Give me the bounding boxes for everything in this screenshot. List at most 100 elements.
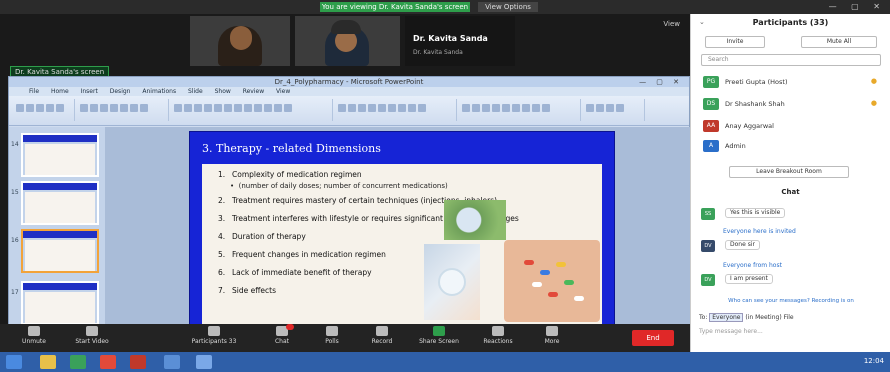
- file-button[interactable]: File: [784, 314, 794, 321]
- window-controls[interactable]: — ▢ ✕: [829, 2, 886, 11]
- chat-sender: Everyone from host: [723, 262, 782, 269]
- taskbar-clock[interactable]: 12:04: [864, 357, 884, 365]
- pill-icon: [548, 292, 558, 297]
- polls-button[interactable]: Polls: [312, 326, 352, 345]
- avatar: A: [703, 140, 719, 152]
- chat-button[interactable]: Chat: [262, 324, 302, 345]
- ppt-menu-slideshow[interactable]: Slide Show: [188, 88, 231, 95]
- slide[interactable]: 3. Therapy - related Dimensions 1. Comple…: [189, 131, 615, 335]
- pill-icon: [556, 262, 566, 267]
- ppt-menu-design[interactable]: Design: [110, 88, 131, 95]
- ribbon-font-group[interactable]: [173, 99, 333, 121]
- chat-sender: Everyone here is invited: [723, 228, 796, 235]
- ribbon-slides-group[interactable]: [79, 99, 169, 121]
- mute-all-button[interactable]: Mute All: [801, 36, 877, 48]
- photo-pill-in-hand: [444, 200, 506, 240]
- participants-icon: [208, 326, 220, 336]
- ppt-menubar: File Home Insert Design Animations Slide…: [9, 87, 689, 96]
- photo-pills-in-palm: [504, 240, 600, 322]
- reactions-button[interactable]: Reactions: [474, 326, 522, 345]
- app-icon[interactable]: [196, 355, 212, 369]
- pill-icon: [564, 280, 574, 285]
- slide-thumbnail[interactable]: [21, 181, 99, 225]
- chat-message-input[interactable]: Type message here...: [699, 328, 879, 346]
- avatar: DS: [703, 98, 719, 110]
- start-icon[interactable]: [6, 355, 22, 369]
- ribbon-clipboard-group[interactable]: [15, 99, 75, 121]
- avatar: AA: [703, 120, 719, 132]
- slide-list-item: 6. Lack of immediate benefit of therapy: [218, 268, 372, 277]
- ribbon-paragraph-group[interactable]: [337, 99, 457, 121]
- chat-title: Chat: [781, 188, 800, 196]
- video-camera-icon: [86, 326, 98, 336]
- ppt-ribbon: [9, 96, 689, 126]
- participant-search-input[interactable]: Search: [701, 54, 881, 66]
- chat-message: Yes this is visible: [725, 208, 786, 218]
- ribbon-editing-group[interactable]: [585, 99, 645, 121]
- view-button[interactable]: View: [663, 20, 680, 28]
- participants-button[interactable]: Participants 33: [186, 326, 242, 345]
- participant-row[interactable]: DS Dr Shashank Shah ●: [703, 98, 883, 112]
- slide-thumbnail-pane: 14 15 16 17: [9, 127, 105, 339]
- recipient-select[interactable]: Everyone: [709, 313, 744, 322]
- thumb-number: 17: [11, 289, 19, 296]
- participant-name: Admin: [725, 142, 746, 150]
- ppt-titlebar: Dr_4_Polypharmacy - Microsoft PowerPoint…: [9, 77, 689, 87]
- record-button[interactable]: Record: [362, 326, 402, 345]
- ppt-menu-insert[interactable]: Insert: [81, 88, 98, 95]
- participants-title: Participants (33): [752, 18, 829, 27]
- chrome-icon[interactable]: [100, 355, 116, 369]
- powerpoint-icon[interactable]: [130, 355, 146, 369]
- slide-thumbnail-selected[interactable]: [21, 229, 99, 273]
- start-video-button[interactable]: Start Video: [72, 326, 112, 345]
- unmute-button[interactable]: Unmute: [14, 326, 54, 345]
- thumb-number: 15: [11, 189, 19, 196]
- participant-name: Preeti Gupta (Host): [725, 78, 788, 86]
- participant-row[interactable]: PG Preeti Gupta (Host) ●: [703, 76, 883, 90]
- view-options-button[interactable]: View Options: [478, 2, 538, 12]
- chat-privacy-note[interactable]: Who can see your messages? Recording is …: [701, 298, 881, 304]
- explorer-icon[interactable]: [40, 355, 56, 369]
- video-tile[interactable]: [190, 16, 290, 66]
- zoom-icon[interactable]: [164, 355, 180, 369]
- chat-message: Done sir: [725, 240, 760, 250]
- ppt-menu-home[interactable]: Home: [51, 88, 69, 95]
- ppt-menu-view[interactable]: View: [276, 88, 290, 95]
- record-icon: [376, 326, 388, 336]
- video-tile[interactable]: [295, 16, 400, 66]
- avatar: DV: [701, 240, 715, 252]
- ppt-menu-review[interactable]: Review: [243, 88, 264, 95]
- ppt-menu-file[interactable]: File: [29, 88, 39, 95]
- end-meeting-button[interactable]: End: [632, 330, 674, 346]
- presenter-name: Dr. Kavita Sanda: [413, 34, 488, 43]
- avatar: SS: [701, 208, 715, 220]
- pill-icon: [574, 296, 584, 301]
- pill-icon: [540, 270, 550, 275]
- ribbon-drawing-group[interactable]: [461, 99, 581, 121]
- browser-icon[interactable]: [70, 355, 86, 369]
- share-screen-button[interactable]: Share Screen: [414, 326, 464, 345]
- leave-breakout-button[interactable]: Leave Breakout Room: [729, 166, 849, 178]
- side-panel: ⌄ Participants (33) Invite Mute All Sear…: [690, 14, 890, 352]
- chat-notification-badge: [286, 324, 294, 330]
- ppt-menu-animations[interactable]: Animations: [142, 88, 176, 95]
- participant-row[interactable]: A Admin: [703, 140, 883, 154]
- participant-count: 33: [228, 338, 237, 345]
- slide-list-item: 1. Complexity of medication regimen: [218, 170, 362, 179]
- participant-row[interactable]: AA Anay Aggarwal: [703, 120, 883, 134]
- share-screen-icon: [433, 326, 445, 336]
- presenter-subname: Dr. Kavita Sanda: [413, 49, 463, 56]
- invite-button[interactable]: Invite: [705, 36, 765, 48]
- share-banner: You are viewing Dr. Kavita Sanda's scree…: [320, 2, 470, 12]
- slide-thumbnail[interactable]: [21, 133, 99, 177]
- windows-taskbar: 12:04: [0, 352, 890, 372]
- ppt-window-controls[interactable]: — ▢ ✕: [639, 77, 683, 87]
- presenter-tile[interactable]: Dr. Kavita Sanda Dr. Kavita Sanda: [405, 16, 515, 66]
- reactions-icon: [492, 326, 504, 336]
- slide-content-box: 1. Complexity of medication regimen • (nu…: [202, 164, 602, 324]
- slide-thumbnail[interactable]: [21, 281, 99, 325]
- participant-name: Anay Aggarwal: [725, 122, 774, 130]
- top-strip: You are viewing Dr. Kavita Sanda's scree…: [0, 0, 890, 14]
- avatar: DV: [701, 274, 715, 286]
- more-button[interactable]: More: [532, 326, 572, 345]
